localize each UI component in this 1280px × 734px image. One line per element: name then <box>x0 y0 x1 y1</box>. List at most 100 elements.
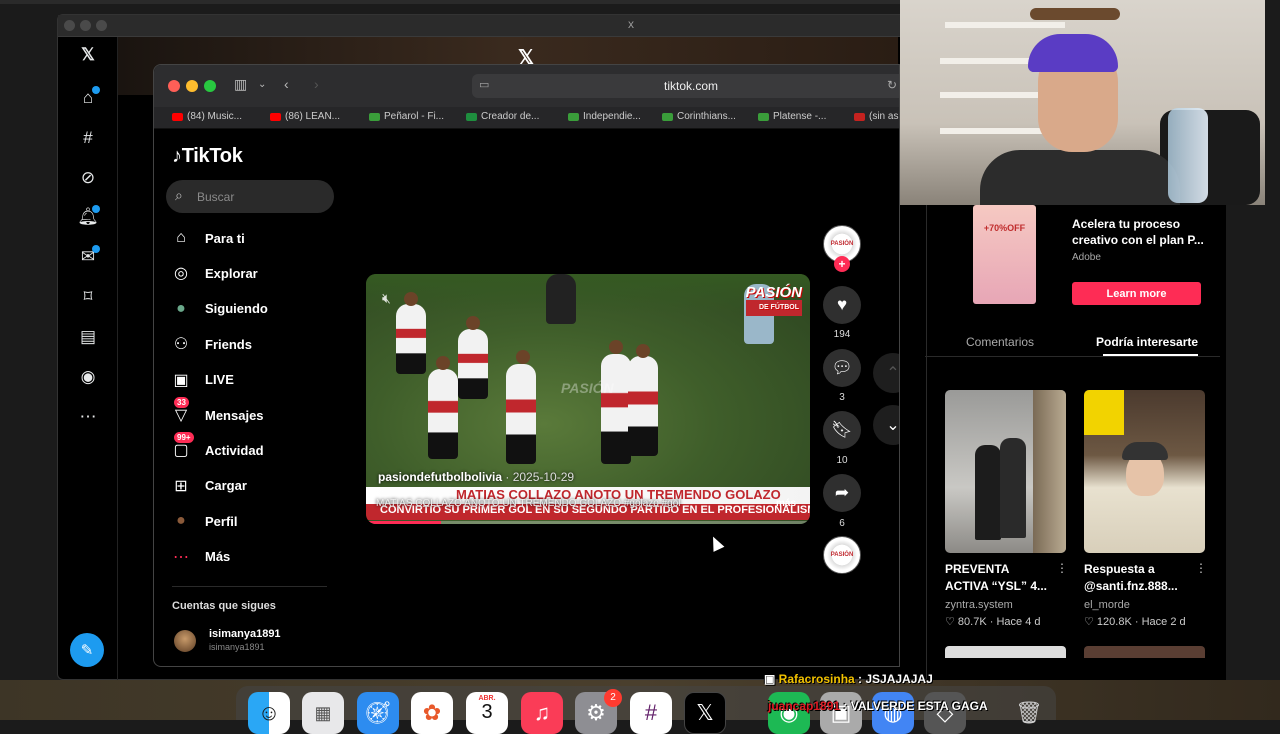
next-video-button[interactable]: ⌄ <box>873 405 899 445</box>
tab-recommended[interactable]: Podría interesarte <box>1096 335 1198 349</box>
learn-more-button[interactable]: Learn more <box>1072 282 1201 305</box>
video-card-title[interactable]: PREVENTA ACTIVA “YSL” 4... <box>945 561 1055 595</box>
home-icon[interactable]: ⌂ <box>76 86 100 110</box>
heart-icon: ♡ <box>1084 616 1097 628</box>
minimize-button[interactable] <box>186 80 198 92</box>
address-bar[interactable]: ▭ tiktok.com ↻ <box>472 74 899 98</box>
share-icon: ➦ <box>834 483 850 502</box>
mail-icon[interactable]: ✉ <box>76 245 100 269</box>
photos-icon[interactable]: ✿ <box>411 692 453 734</box>
globe-icon[interactable]: ◉ <box>76 365 100 389</box>
save-button[interactable]: 🔖︎ <box>823 411 861 449</box>
bookmark-favicon-icon <box>369 112 380 121</box>
like-button[interactable]: ♥ <box>823 286 861 324</box>
window-zoom-dot[interactable] <box>96 20 107 31</box>
safari-icon[interactable]: 🧭︎ <box>357 692 399 734</box>
bookmark-item[interactable]: (84) Music... <box>172 111 242 122</box>
nav-item-mensajes[interactable]: ▽ 33 Mensajes <box>170 397 330 430</box>
bookmark-item[interactable]: (86) LEAN... <box>270 111 340 122</box>
tab-comments[interactable]: Comentarios <box>966 335 1034 349</box>
card-more-icon[interactable]: ⋮ <box>1056 561 1068 575</box>
bookmark-item[interactable]: Platense -... <box>758 111 826 122</box>
mute-icon[interactable]: 🔇︎ <box>382 290 391 307</box>
back-icon[interactable]: ‹ <box>284 76 289 92</box>
tab-close-icon[interactable]: x <box>628 17 634 31</box>
nav-item-para-ti[interactable]: ⌂ Para ti <box>170 223 330 253</box>
follow-plus-button[interactable]: + <box>834 256 850 272</box>
compose-post-button[interactable]: ✎ <box>70 633 104 667</box>
stream-chat-message: juancap1891 : VALVERDE ESTA GAGA <box>768 699 988 713</box>
tiktok-logo[interactable]: ♪TikTok <box>172 145 243 168</box>
url-text[interactable]: tiktok.com <box>664 79 718 93</box>
comment-button[interactable]: 💬︎ <box>823 349 861 387</box>
list-icon[interactable]: ▤ <box>76 325 100 349</box>
zoom-button[interactable] <box>204 80 216 92</box>
upload-icon: ⊞ <box>174 477 188 495</box>
close-button[interactable] <box>168 80 180 92</box>
previous-video-button[interactable]: ⌃ <box>873 353 899 393</box>
music-icon[interactable]: ♫ <box>521 692 563 734</box>
more-link[interactable]: más <box>776 498 796 509</box>
video-card-thumbnail[interactable] <box>945 390 1066 553</box>
bookmark-item[interactable]: Independie... <box>568 111 641 122</box>
grok-icon[interactable]: ⊘ <box>76 166 100 190</box>
x-app-icon[interactable]: 𝕏 <box>684 692 726 734</box>
bookmark-item[interactable]: (sin asu... <box>854 111 899 122</box>
hashtag-icon[interactable]: # <box>76 126 100 150</box>
notification-badge: 33 <box>174 397 189 408</box>
slack-icon[interactable]: # <box>630 692 672 734</box>
channel-logo: PASIÓN DE FÚTBOL <box>745 285 802 316</box>
nav-item-siguiendo[interactable]: ● Siguiendo <box>170 294 330 324</box>
video-card-author[interactable]: el_morde <box>1084 599 1130 611</box>
card-more-icon[interactable]: ⋮ <box>1195 561 1207 575</box>
nav-item-live[interactable]: ▣ LIVE <box>170 365 330 395</box>
nav-item-más[interactable]: ⋯ Más <box>170 542 330 572</box>
chevron-down-icon[interactable]: ⌄ <box>258 79 266 90</box>
bookmark-item[interactable]: Corinthians... <box>662 111 736 122</box>
video-author[interactable]: pasiondefutbolbolivia · 2025-10-29 <box>378 470 574 484</box>
bookmark-item[interactable]: Creador de... <box>466 111 539 122</box>
x-logo-icon[interactable]: 𝕏 <box>76 43 100 67</box>
avatar[interactable] <box>174 630 196 652</box>
video-card-thumbnail[interactable] <box>1084 646 1205 658</box>
following-account-handle: isimanya1891 <box>209 642 265 652</box>
active-tab-underline <box>1103 354 1198 356</box>
forward-icon[interactable]: › <box>314 76 319 92</box>
nav-item-friends[interactable]: ⚇ Friends <box>170 329 330 359</box>
bookmark-item[interactable]: Peñarol - Fi... <box>369 111 444 122</box>
window-minimize-dot[interactable] <box>80 20 91 31</box>
sound-disc-icon[interactable]: PASIÓN <box>823 536 861 574</box>
bookmark-icon[interactable]: ⌑ <box>76 285 100 309</box>
nav-item-cargar[interactable]: ⊞ Cargar <box>170 471 330 501</box>
browser-toolbar: ▥ ⌄ ‹ › ▭ tiktok.com ↻ <box>154 65 899 107</box>
player-figure <box>628 356 658 456</box>
ad-title[interactable]: Acelera tu proceso creativo con el plan … <box>1072 216 1212 248</box>
calendar-icon[interactable]: ABR. 3 <box>466 692 508 734</box>
video-progress-bar[interactable] <box>366 521 810 524</box>
nav-item-perfil[interactable]: ● Perfil <box>170 506 330 536</box>
search-input[interactable] <box>197 180 327 213</box>
share-button[interactable]: ➦ <box>823 474 861 512</box>
reload-icon[interactable]: ↻ <box>887 78 897 92</box>
save-count: 10 <box>836 455 848 466</box>
following-account-name[interactable]: isimanya1891 <box>209 628 281 640</box>
more-icon[interactable]: ⋯ <box>76 405 100 429</box>
video-card-thumbnail[interactable] <box>945 646 1066 658</box>
launchpad-icon[interactable]: ▦ <box>302 692 344 734</box>
nav-item-explorar[interactable]: ◎ Explorar <box>170 258 330 288</box>
sidebar-toggle-icon[interactable]: ▥ <box>234 76 247 93</box>
ad-thumbnail[interactable]: +70%OFF <box>973 205 1036 304</box>
bell-icon[interactable]: 🔔︎ <box>76 205 100 229</box>
video-card-author[interactable]: zyntra.system <box>945 599 1013 611</box>
window-close-dot[interactable] <box>64 20 75 31</box>
search-icon: ⌕ <box>175 187 183 203</box>
trash-icon[interactable]: 🗑︎ <box>1008 692 1050 734</box>
search-box[interactable]: ⌕ <box>166 180 334 213</box>
nav-item-actividad[interactable]: ▢ 99+ Actividad <box>170 432 330 465</box>
page-settings-icon[interactable]: ▭ <box>479 78 489 91</box>
video-card-title[interactable]: Respuesta a @santi.fnz.888... <box>1084 561 1194 595</box>
video-card-thumbnail[interactable] <box>1084 390 1205 553</box>
heart-icon: ♡ <box>945 616 958 628</box>
video-player[interactable]: PASIÓN 🔇︎ PASIÓN DE FÚTBOL MATIAS COLLAZO… <box>366 274 810 524</box>
finder-icon[interactable]: ☺ <box>248 692 290 734</box>
